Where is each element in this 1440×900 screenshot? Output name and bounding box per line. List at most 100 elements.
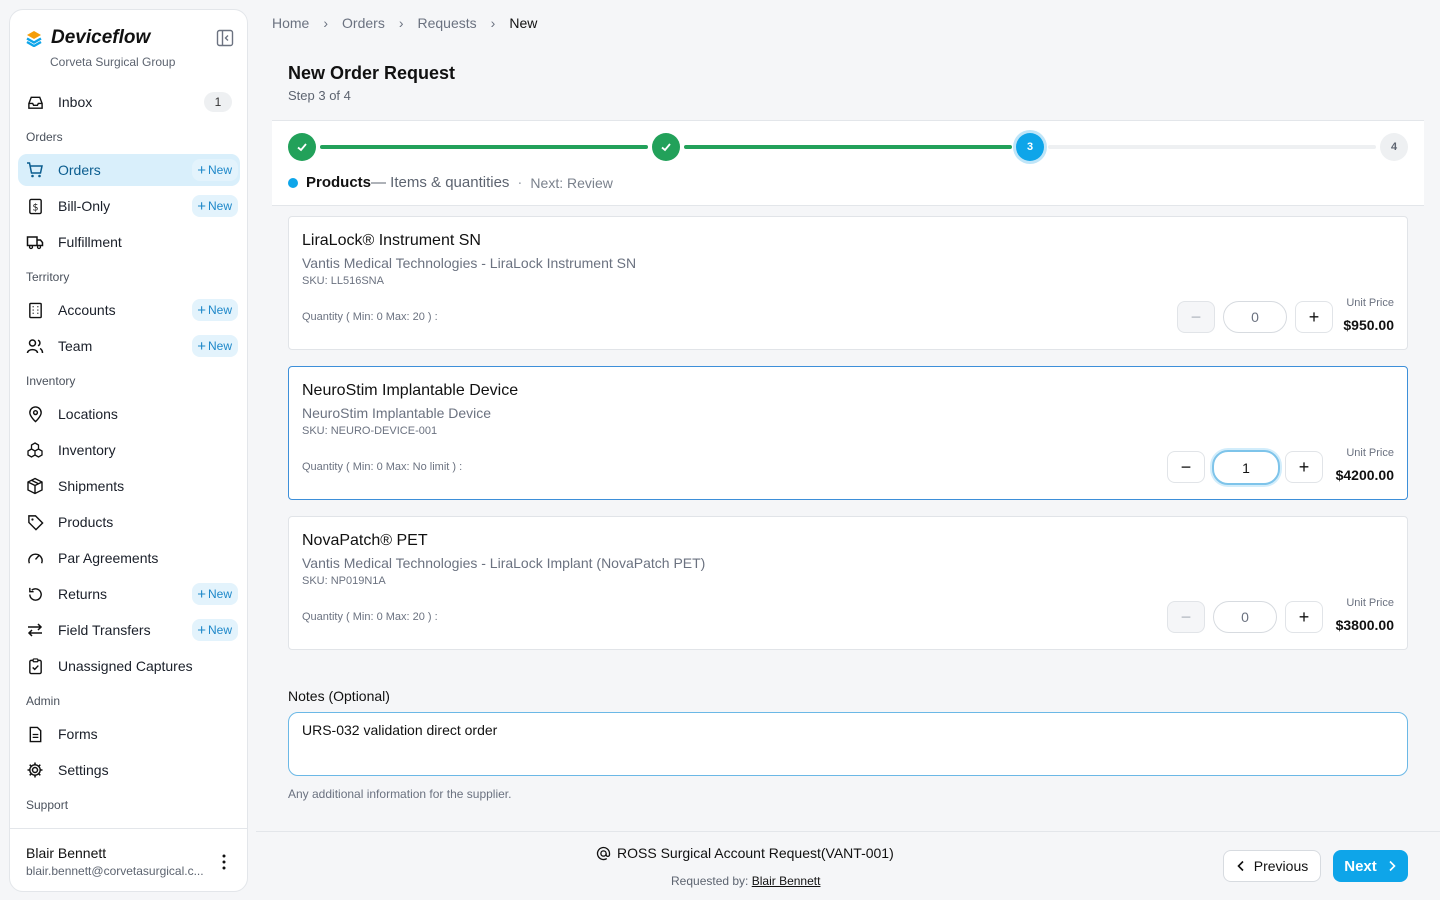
- plus-icon: +: [197, 337, 206, 355]
- quantity-input[interactable]: 0: [1213, 601, 1277, 633]
- product-card-selected[interactable]: NeuroStim Implantable Device NeuroStim I…: [288, 366, 1408, 500]
- section-label-admin: Admin: [26, 694, 61, 708]
- sidebar-item-field-transfers[interactable]: Field Transfers + New: [18, 614, 240, 646]
- increase-quantity-button[interactable]: +: [1285, 601, 1323, 633]
- chevron-right-icon: ›: [323, 15, 329, 31]
- more-vertical-icon[interactable]: [216, 853, 232, 871]
- product-card[interactable]: LiraLock® Instrument SN Vantis Medical T…: [288, 216, 1408, 350]
- arrows-left-right-icon: [26, 621, 44, 639]
- clipboard-check-icon: [26, 657, 44, 675]
- sidebar-item-team[interactable]: Team + New: [18, 330, 240, 362]
- user-profile[interactable]: Blair Bennett blair.bennett@corvetasurgi…: [10, 828, 247, 891]
- sidebar-item-inbox[interactable]: Inbox 1: [18, 86, 240, 118]
- step-2-complete[interactable]: [652, 133, 680, 161]
- current-step-label: Products — Items & quantities · Next: Re…: [288, 174, 613, 191]
- decrease-quantity-button[interactable]: −: [1167, 451, 1205, 483]
- org-name: Corveta Surgical Group: [50, 55, 176, 69]
- decrease-quantity-button[interactable]: −: [1167, 601, 1205, 633]
- product-name: NeuroStim Implantable Device: [302, 382, 519, 399]
- sidebar-item-label: Settings: [58, 762, 109, 778]
- product-sku: SKU: NEURO-DEVICE-001: [302, 425, 438, 437]
- svg-text:$: $: [32, 202, 38, 213]
- product-description: Vantis Medical Technologies - LiraLock I…: [302, 555, 706, 571]
- quantity-input[interactable]: 0: [1223, 301, 1287, 333]
- sidebar-item-accounts[interactable]: Accounts + New: [18, 294, 240, 326]
- sidebar-item-label: Orders: [58, 162, 101, 178]
- sidebar-item-label: Locations: [58, 406, 118, 422]
- unit-price: $950.00: [1343, 317, 1394, 333]
- breadcrumb: Home › Orders › Requests › New: [272, 15, 537, 31]
- previous-button[interactable]: Previous: [1223, 850, 1321, 882]
- unit-price-label: Unit Price: [1346, 447, 1394, 459]
- sidebar-item-bill-only[interactable]: $ Bill-Only + New: [18, 190, 240, 222]
- quantity-input[interactable]: 1: [1212, 450, 1280, 485]
- requested-by-link[interactable]: Blair Bennett: [752, 874, 821, 888]
- notes-textarea[interactable]: URS-032 validation direct order: [288, 712, 1408, 776]
- product-card[interactable]: NovaPatch® PET Vantis Medical Technologi…: [288, 516, 1408, 650]
- sidebar-item-orders[interactable]: Orders + New: [18, 154, 240, 186]
- tag-icon: [26, 513, 44, 531]
- new-label: New: [207, 163, 232, 177]
- new-bill-only-button[interactable]: + New: [192, 195, 238, 217]
- sidebar-item-label: Shipments: [58, 478, 125, 494]
- sidebar-item-label: Par Agreements: [58, 550, 159, 566]
- requested-by-label: Requested by:: [671, 874, 749, 888]
- sidebar-item-products[interactable]: Products: [18, 506, 240, 538]
- chevron-right-icon: [1389, 860, 1396, 872]
- step-3-current[interactable]: 3: [1016, 133, 1044, 161]
- unit-price: $3800.00: [1335, 617, 1394, 633]
- truck-icon: [26, 233, 44, 251]
- step-4-pending[interactable]: 4: [1380, 133, 1408, 161]
- previous-label: Previous: [1253, 858, 1309, 874]
- sidebar-item-inventory[interactable]: Inventory: [18, 434, 240, 466]
- next-button[interactable]: Next: [1333, 850, 1408, 882]
- step-counter: Step 3 of 4: [288, 88, 351, 103]
- sidebar-item-fulfillment[interactable]: Fulfillment: [18, 226, 240, 258]
- product-name: NovaPatch® PET: [302, 532, 428, 549]
- breadcrumb-orders[interactable]: Orders: [342, 15, 385, 31]
- sidebar-item-settings[interactable]: Settings: [18, 754, 240, 786]
- new-field-transfer-button[interactable]: + New: [192, 619, 238, 641]
- collapse-sidebar-icon[interactable]: [216, 29, 234, 47]
- quantity-label: Quantity ( Min: 0 Max: 20 ) :: [302, 311, 438, 323]
- sidebar-item-forms[interactable]: Forms: [18, 718, 240, 750]
- product-description: NeuroStim Implantable Device: [302, 405, 492, 421]
- breadcrumb-requests[interactable]: Requests: [418, 15, 477, 31]
- step-indicator-dot: [288, 177, 298, 188]
- sidebar-item-label: Field Transfers: [58, 622, 151, 638]
- cart-icon: [26, 161, 44, 179]
- breadcrumb-home[interactable]: Home: [272, 15, 309, 31]
- new-order-button[interactable]: + New: [192, 159, 238, 181]
- gauge-icon: [26, 549, 44, 567]
- notes-help-text: Any additional information for the suppl…: [288, 787, 512, 801]
- new-team-button[interactable]: + New: [192, 335, 238, 357]
- step-1-complete[interactable]: [288, 133, 316, 161]
- account-name: ROSS Surgical Account Request(VANT-001): [617, 845, 894, 861]
- sidebar-item-returns[interactable]: Returns + New: [18, 578, 240, 610]
- unit-price-label: Unit Price: [1346, 597, 1394, 609]
- product-name: LiraLock® Instrument SN: [302, 232, 481, 249]
- new-return-button[interactable]: + New: [192, 583, 238, 605]
- minus-icon: −: [1180, 606, 1192, 627]
- step-connector-1: [320, 145, 648, 149]
- sidebar-item-unassigned-captures[interactable]: Unassigned Captures: [18, 650, 240, 682]
- brand[interactable]: Deviceflow: [25, 27, 150, 49]
- unit-price-label: Unit Price: [1346, 297, 1394, 309]
- sidebar-item-label: Forms: [58, 726, 98, 742]
- plus-icon: +: [197, 161, 206, 179]
- sidebar-item-par-agreements[interactable]: Par Agreements: [18, 542, 240, 574]
- increase-quantity-button[interactable]: +: [1295, 301, 1333, 333]
- decrease-quantity-button[interactable]: −: [1177, 301, 1215, 333]
- sidebar-item-locations[interactable]: Locations: [18, 398, 240, 430]
- step-separator: ·: [517, 174, 523, 191]
- sidebar-item-label: Products: [58, 514, 114, 530]
- section-label-orders: Orders: [26, 130, 63, 144]
- section-label-support: Support: [26, 798, 69, 812]
- product-description: Vantis Medical Technologies - LiraLock I…: [302, 255, 637, 271]
- users-icon: [26, 337, 44, 355]
- product-sku: SKU: NP019N1A: [302, 575, 386, 587]
- new-account-button[interactable]: + New: [192, 299, 238, 321]
- check-icon: [297, 143, 307, 152]
- increase-quantity-button[interactable]: +: [1285, 451, 1323, 483]
- sidebar-item-shipments[interactable]: Shipments: [18, 470, 240, 502]
